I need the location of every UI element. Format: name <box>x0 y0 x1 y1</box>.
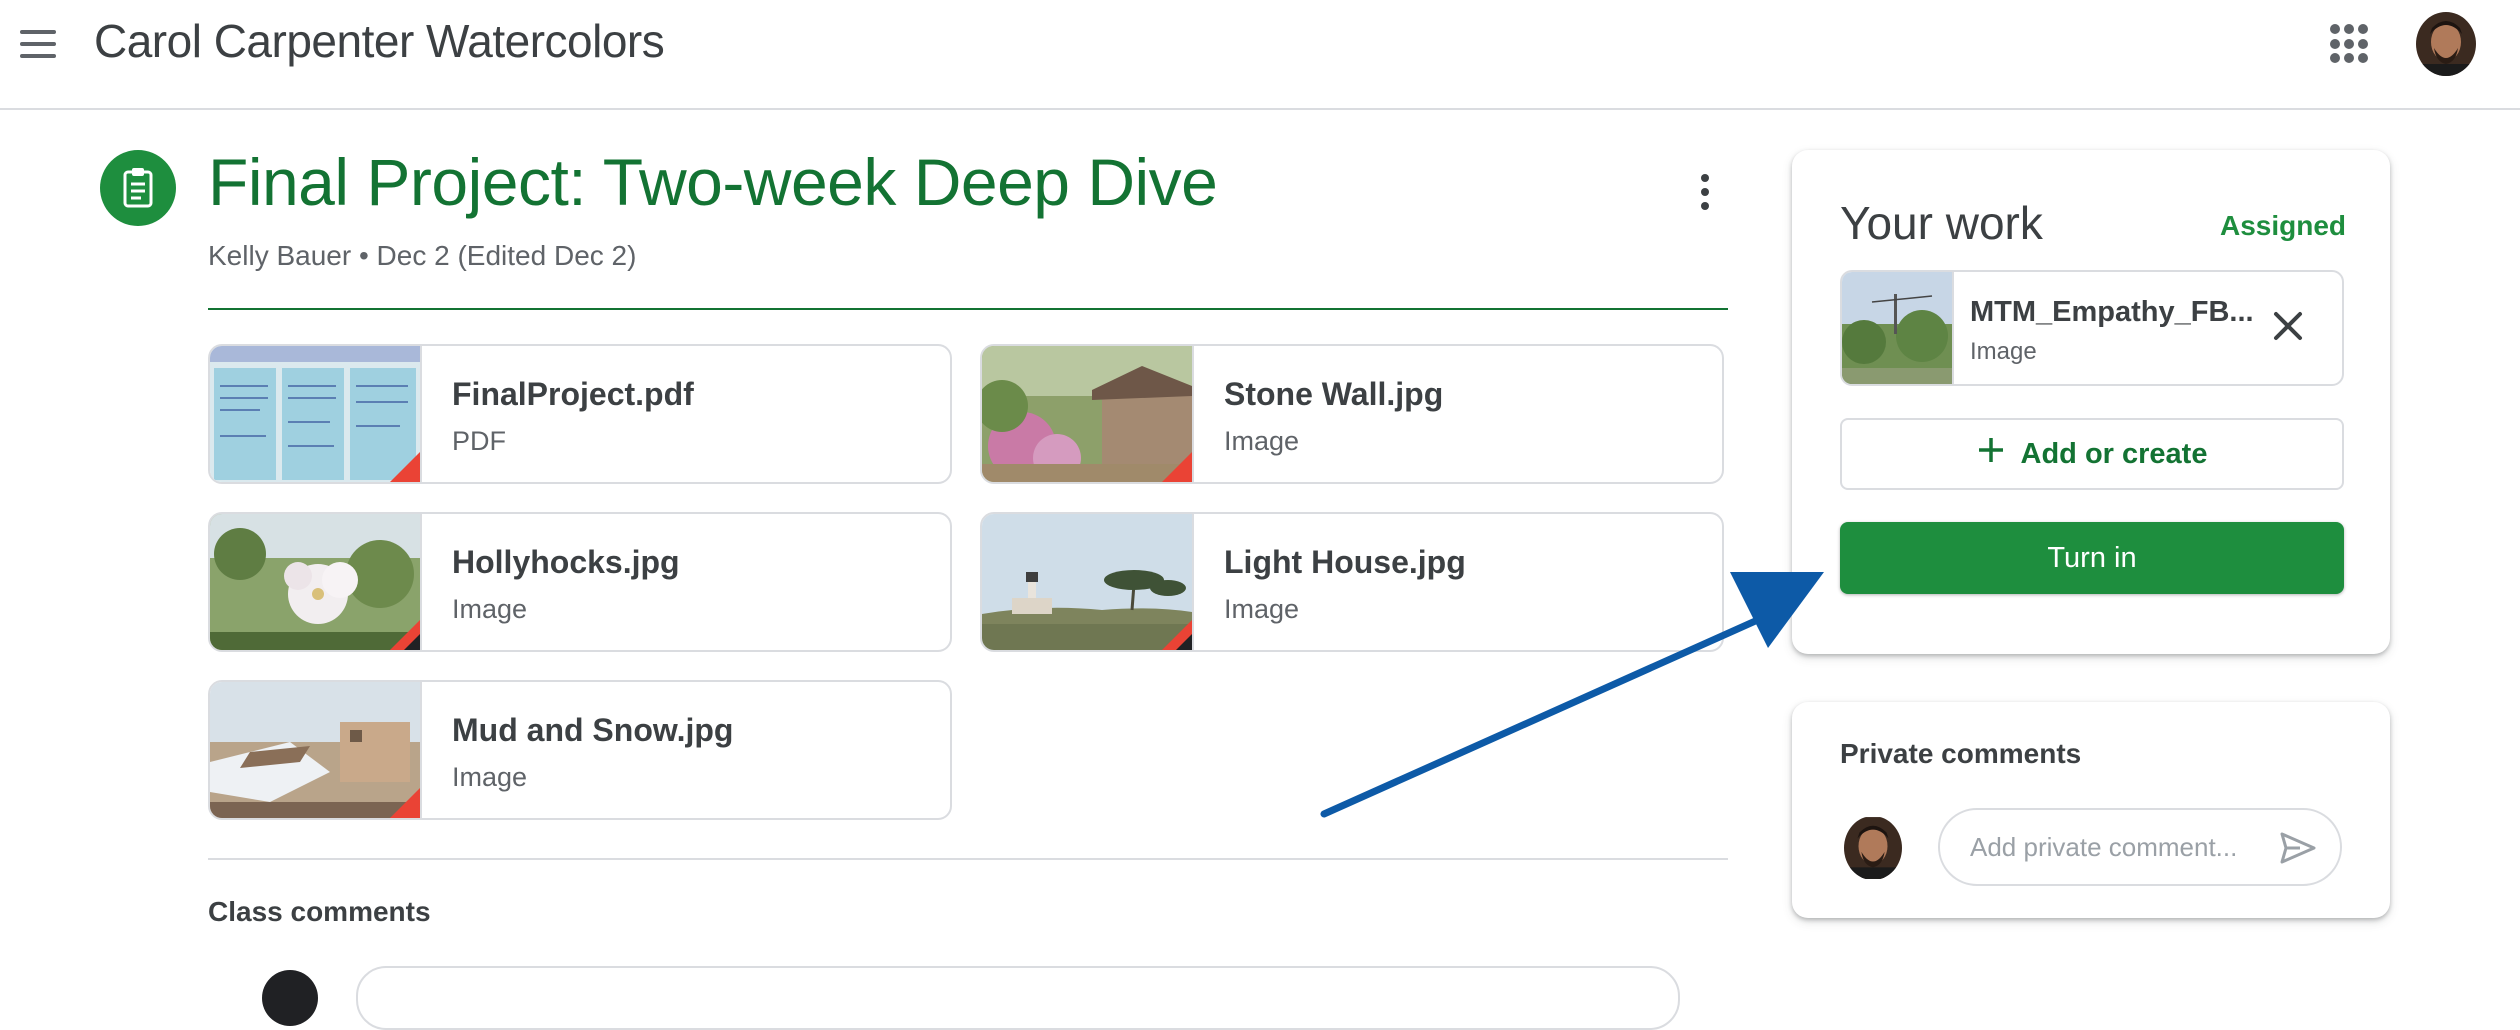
attachment-card-stone-wall[interactable]: Stone Wall.jpg Image <box>980 344 1724 484</box>
file-type-badge <box>390 620 420 650</box>
assignment-icon <box>100 150 176 226</box>
attachment-type: Image <box>1224 426 1300 456</box>
status-badge: Assigned <box>2220 210 2347 241</box>
image-thumbnail <box>982 514 1194 650</box>
user-avatar <box>1844 816 1902 880</box>
add-or-create-label: Add or create <box>2020 437 2208 470</box>
attachment-name: Stone Wall.jpg <box>1224 376 1444 412</box>
section-divider <box>208 858 1728 860</box>
attachment-type: Image <box>452 594 528 624</box>
your-work-heading: Your work <box>1840 197 2043 249</box>
attachment-name: Hollyhocks.jpg <box>452 544 680 580</box>
pdf-thumbnail <box>210 346 422 482</box>
file-type-badge <box>390 452 420 482</box>
class-comment-avatar <box>262 970 318 1026</box>
attachment-card-hollyhocks[interactable]: Hollyhocks.jpg Image <box>208 512 952 652</box>
close-icon[interactable] <box>2266 304 2310 348</box>
attached-file-type: Image <box>1970 338 2037 365</box>
hamburger-menu-icon[interactable] <box>16 28 60 60</box>
assignment-meta: Kelly Bauer • Dec 2 (Edited Dec 2) <box>208 240 637 271</box>
image-thumbnail <box>210 682 422 818</box>
attached-file-card[interactable]: MTM_Empathy_FB... Image <box>1840 270 2344 386</box>
attachment-type: Image <box>452 762 528 792</box>
image-thumbnail <box>210 514 422 650</box>
attachment-name: Mud and Snow.jpg <box>452 712 734 748</box>
turn-in-button[interactable]: Turn in <box>1840 522 2344 594</box>
plus-icon <box>1977 436 2005 472</box>
attachment-type: PDF <box>452 426 506 456</box>
attachment-card-finalproject[interactable]: FinalProject.pdf PDF <box>208 344 952 484</box>
image-thumbnail <box>1842 272 1954 384</box>
file-type-badge <box>1162 452 1192 482</box>
attached-file-name: MTM_Empathy_FB... <box>1970 296 2254 328</box>
image-thumbnail <box>982 346 1194 482</box>
more-options-icon[interactable] <box>1688 170 1722 214</box>
attachment-card-mud-and-snow[interactable]: Mud and Snow.jpg Image <box>208 680 952 820</box>
attachment-name: Light House.jpg <box>1224 544 1466 580</box>
private-comments-heading: Private comments <box>1840 738 2082 769</box>
file-type-badge <box>390 788 420 818</box>
private-comment-placeholder: Add private comment... <box>1970 832 2238 862</box>
class-title[interactable]: Carol Carpenter Watercolors <box>94 14 665 68</box>
google-apps-icon[interactable] <box>2330 24 2370 64</box>
attachment-type: Image <box>1224 594 1300 624</box>
add-or-create-button[interactable]: Add or create <box>1840 418 2344 490</box>
attachment-name: FinalProject.pdf <box>452 376 694 412</box>
assignment-title: Final Project: Two-week Deep Dive <box>208 145 1218 219</box>
send-icon[interactable] <box>2278 828 2318 868</box>
class-comments-heading: Class comments <box>208 896 431 927</box>
file-type-badge <box>1162 620 1192 650</box>
header-divider <box>208 308 1728 310</box>
account-avatar[interactable] <box>2416 12 2476 76</box>
attachment-card-light-house[interactable]: Light House.jpg Image <box>980 512 1724 652</box>
private-comment-input[interactable]: Add private comment... <box>1938 808 2342 886</box>
class-comment-input[interactable] <box>356 966 1680 1030</box>
